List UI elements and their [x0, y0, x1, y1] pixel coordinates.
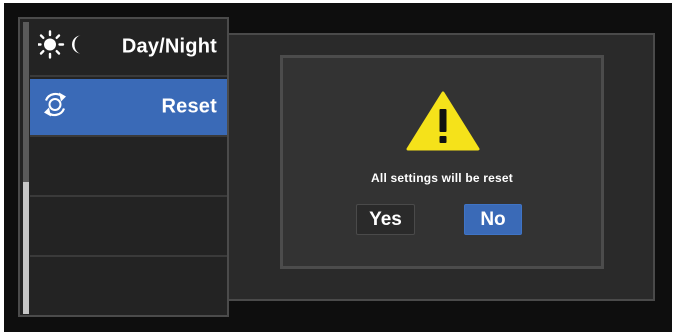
- yes-button[interactable]: Yes: [356, 204, 415, 235]
- menu-item-reset[interactable]: Reset: [30, 79, 227, 137]
- reset-confirmation-dialog: All settings will be reset Yes No: [280, 55, 604, 269]
- dialog-message: All settings will be reset: [371, 171, 513, 185]
- sun-moon-icon: [35, 30, 90, 65]
- reset-icon: [40, 90, 70, 125]
- menu-item-label: Reset: [161, 95, 217, 118]
- warning-icon: [406, 91, 480, 156]
- no-button[interactable]: No: [464, 204, 522, 235]
- settings-menu: Day/Night Reset: [18, 17, 229, 317]
- menu-item-label: Day/Night: [121, 35, 217, 58]
- menu-item-empty[interactable]: [30, 199, 227, 257]
- scrollbar[interactable]: [23, 22, 29, 314]
- scrollbar-thumb[interactable]: [23, 182, 29, 314]
- menu-item-empty[interactable]: [30, 259, 227, 317]
- menu-item-day-night[interactable]: Day/Night: [30, 19, 227, 77]
- menu-item-empty[interactable]: [30, 139, 227, 197]
